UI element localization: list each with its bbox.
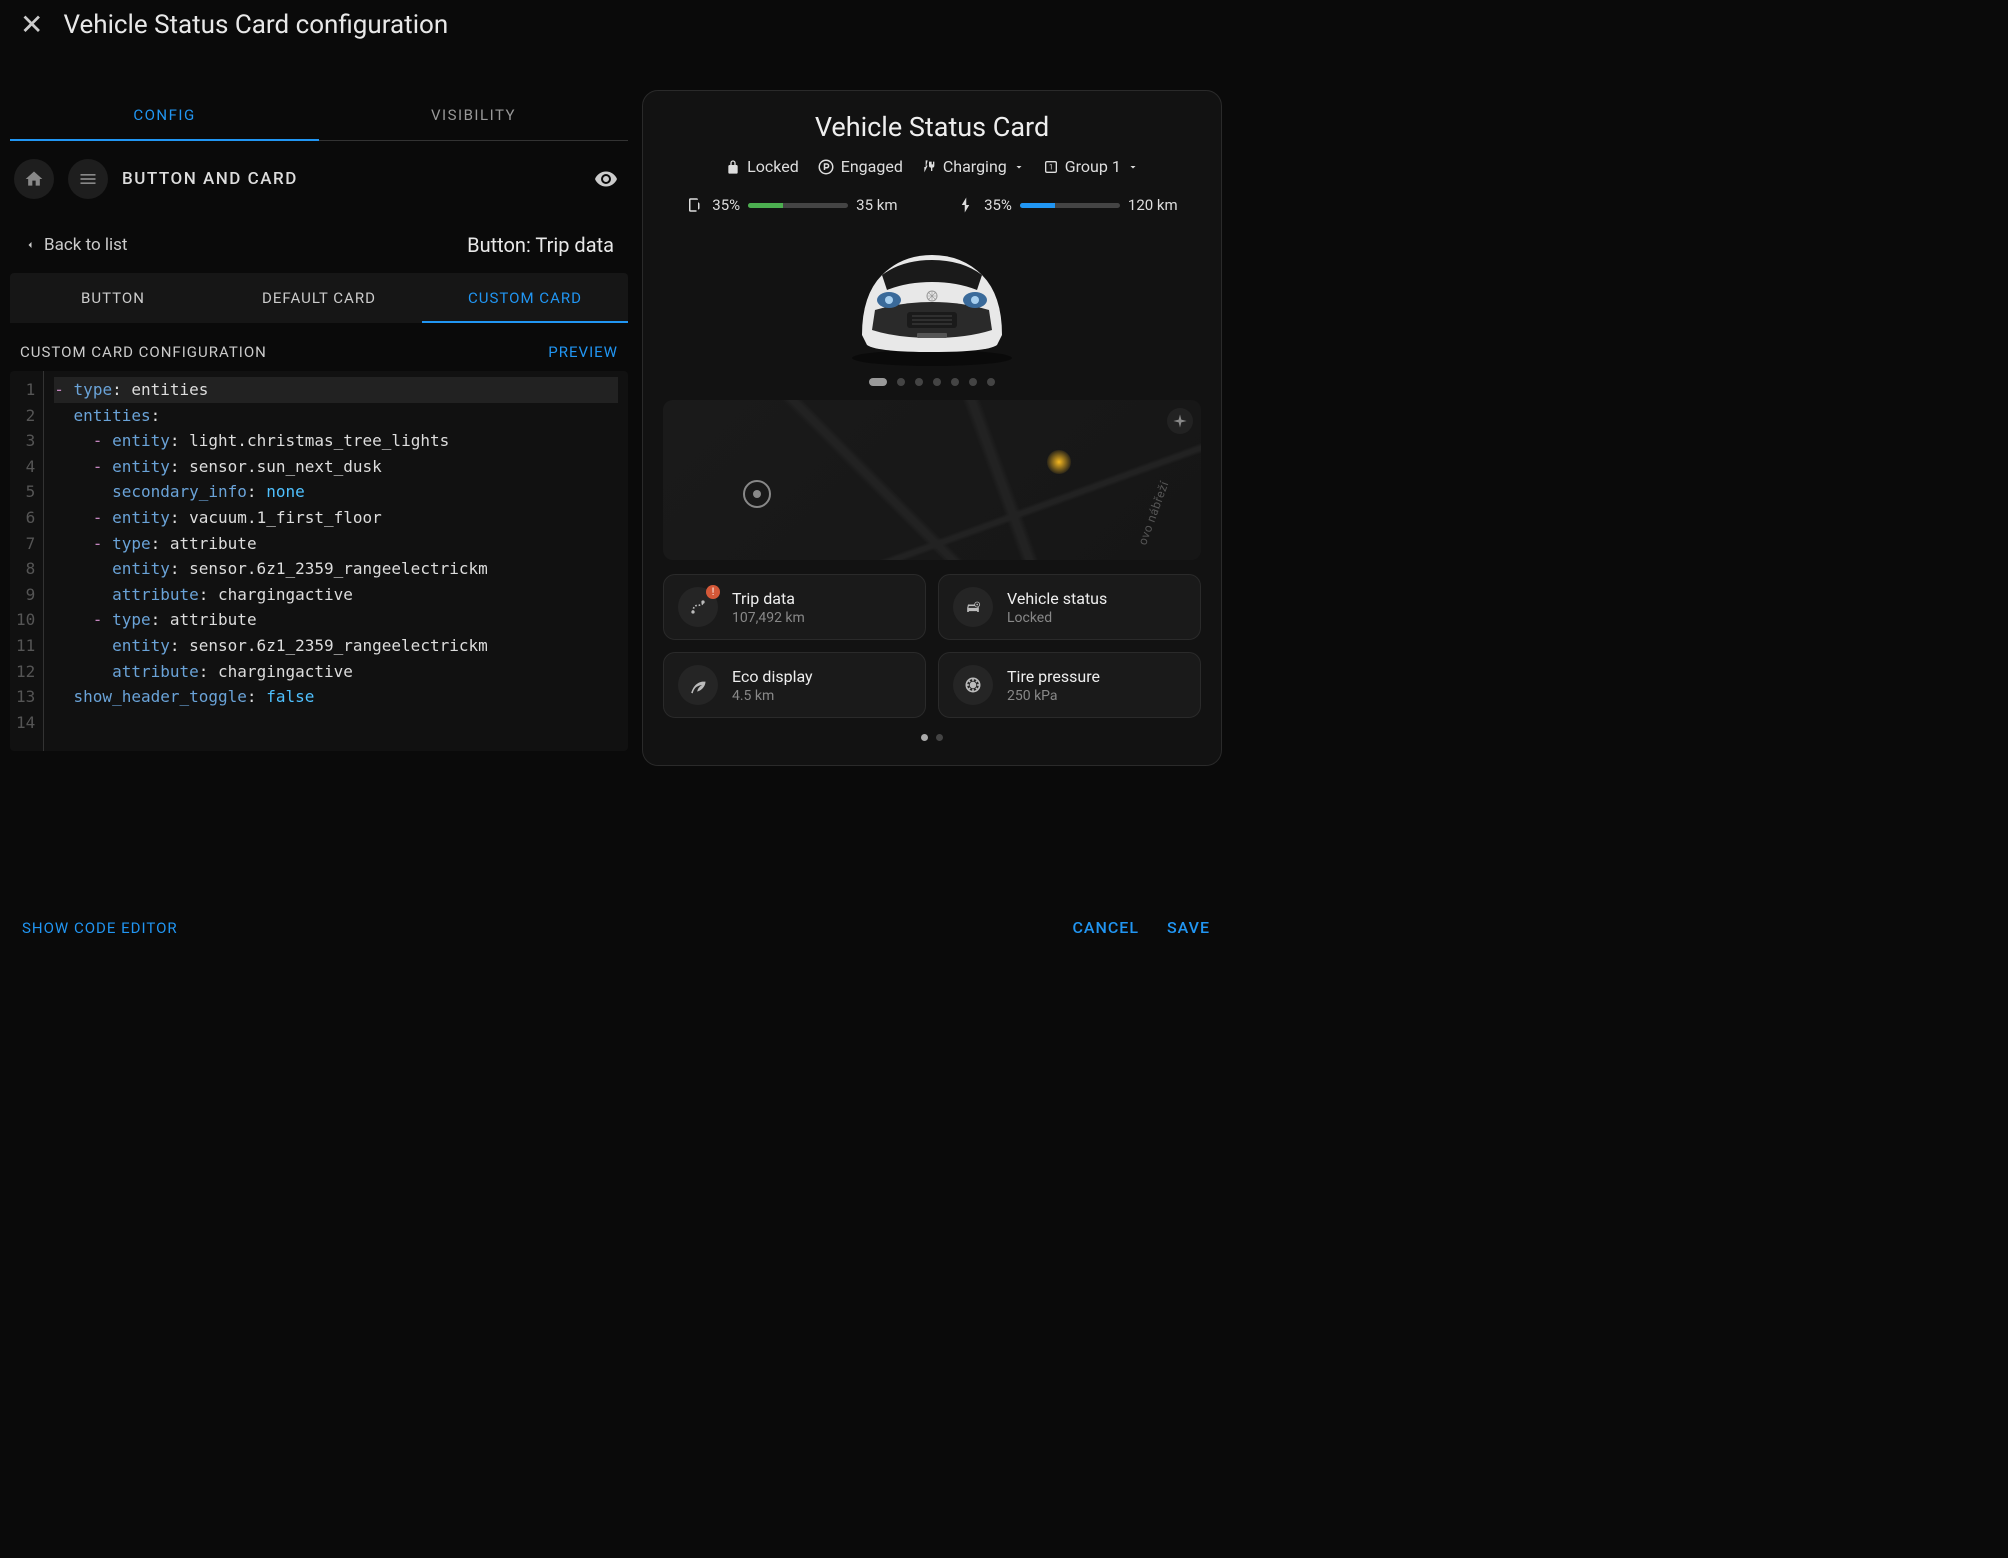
chevron-down-icon [1013,161,1025,173]
car-icon [827,240,1037,370]
lock-icon [725,159,741,175]
visibility-icon[interactable] [594,167,618,191]
carousel-dot[interactable] [915,378,923,386]
tile-title: Eco display [732,667,813,686]
dialog-title: Vehicle Status Card configuration [63,10,448,40]
back-to-list[interactable]: Back to list [24,235,127,255]
page-dot[interactable] [936,734,943,741]
tile-tire-pressure[interactable]: Tire pressure 250 kPa [938,652,1201,718]
svg-text:1: 1 [1049,162,1053,171]
tab-visibility[interactable]: VISIBILITY [319,90,628,140]
fuel-progress: 35% 35 km [686,196,897,214]
status-locked: Locked [725,157,799,176]
breadcrumb-title: BUTTON AND CARD [122,169,298,189]
status-charging[interactable]: Charging [921,157,1025,176]
show-code-editor[interactable]: SHOW CODE EDITOR [22,919,178,937]
status-group[interactable]: 1 Group 1 [1043,157,1139,176]
car-gear-icon [953,587,993,627]
card-title: Vehicle Status Card [663,111,1201,143]
home-icon[interactable] [14,159,54,199]
code-gutter: 1234567891011121314 [10,371,44,751]
section-label: CUSTOM CARD CONFIGURATION [20,343,267,361]
charging-icon [921,159,937,175]
close-icon[interactable]: ✕ [20,11,43,39]
sub-tabs: BUTTON DEFAULT CARD CUSTOM CARD [10,273,628,323]
progress-row: 35% 35 km 35% 120 km [663,190,1201,220]
carousel-dot[interactable] [951,378,959,386]
map-area[interactable]: ovo nábřeží [663,400,1201,560]
leaf-icon [678,665,718,705]
map-street-label: ovo nábřeží [1136,479,1172,547]
main-tabs: CONFIG VISIBILITY [10,90,628,141]
preview-card: Vehicle Status Card Locked Engaged Charg… [642,90,1222,766]
tile-eco-display[interactable]: Eco display 4.5 km [663,652,926,718]
carousel-dot[interactable] [897,378,905,386]
parking-icon [817,158,835,176]
code-content[interactable]: - type: entities entities: - entity: lig… [44,371,628,751]
carousel-dots[interactable] [869,378,995,386]
chevron-left-icon [24,239,36,251]
compass-icon[interactable] [1167,408,1193,434]
tile-title: Trip data [732,589,805,608]
electric-progress: 35% 120 km [958,196,1178,214]
carousel-dot[interactable] [969,378,977,386]
tab-config[interactable]: CONFIG [10,90,319,140]
tile-grid: ! Trip data 107,492 km Vehicle status [663,574,1201,718]
save-button[interactable]: SAVE [1167,918,1210,937]
tile-page-dots[interactable] [663,732,1201,745]
sub-tab-custom-card[interactable]: CUSTOM CARD [422,273,628,323]
carousel-dot[interactable] [933,378,941,386]
button-title: Button: Trip data [467,233,614,257]
sub-tab-button[interactable]: BUTTON [10,273,216,323]
alert-badge: ! [706,585,720,599]
code-editor[interactable]: 1234567891011121314 - type: entities ent… [10,371,628,751]
status-row: Locked Engaged Charging 1 Group 1 [663,157,1201,176]
map-pin [1047,450,1071,474]
sub-tab-default-card[interactable]: DEFAULT CARD [216,273,422,323]
tire-icon [953,665,993,705]
map-location-icon [743,480,771,508]
tile-title: Tire pressure [1007,667,1100,686]
tile-trip-data[interactable]: ! Trip data 107,492 km [663,574,926,640]
carousel-dot[interactable] [869,378,887,386]
menu-icon[interactable] [68,159,108,199]
tile-subtitle: 107,492 km [732,610,805,626]
cancel-button[interactable]: CANCEL [1072,918,1139,937]
status-engaged: Engaged [817,157,903,176]
page-dot[interactable] [921,734,928,741]
group-icon: 1 [1043,159,1059,175]
tile-vehicle-status[interactable]: Vehicle status Locked [938,574,1201,640]
chevron-down-icon [1127,161,1139,173]
tile-subtitle: 4.5 km [732,688,813,704]
fuel-icon [686,196,704,214]
tile-title: Vehicle status [1007,589,1107,608]
electric-icon [958,196,976,214]
preview-link[interactable]: PREVIEW [548,343,618,361]
tile-subtitle: Locked [1007,610,1107,626]
tile-subtitle: 250 kPa [1007,688,1100,704]
route-icon: ! [678,587,718,627]
carousel-dot[interactable] [987,378,995,386]
car-image-area [663,234,1201,386]
back-label: Back to list [44,235,127,255]
